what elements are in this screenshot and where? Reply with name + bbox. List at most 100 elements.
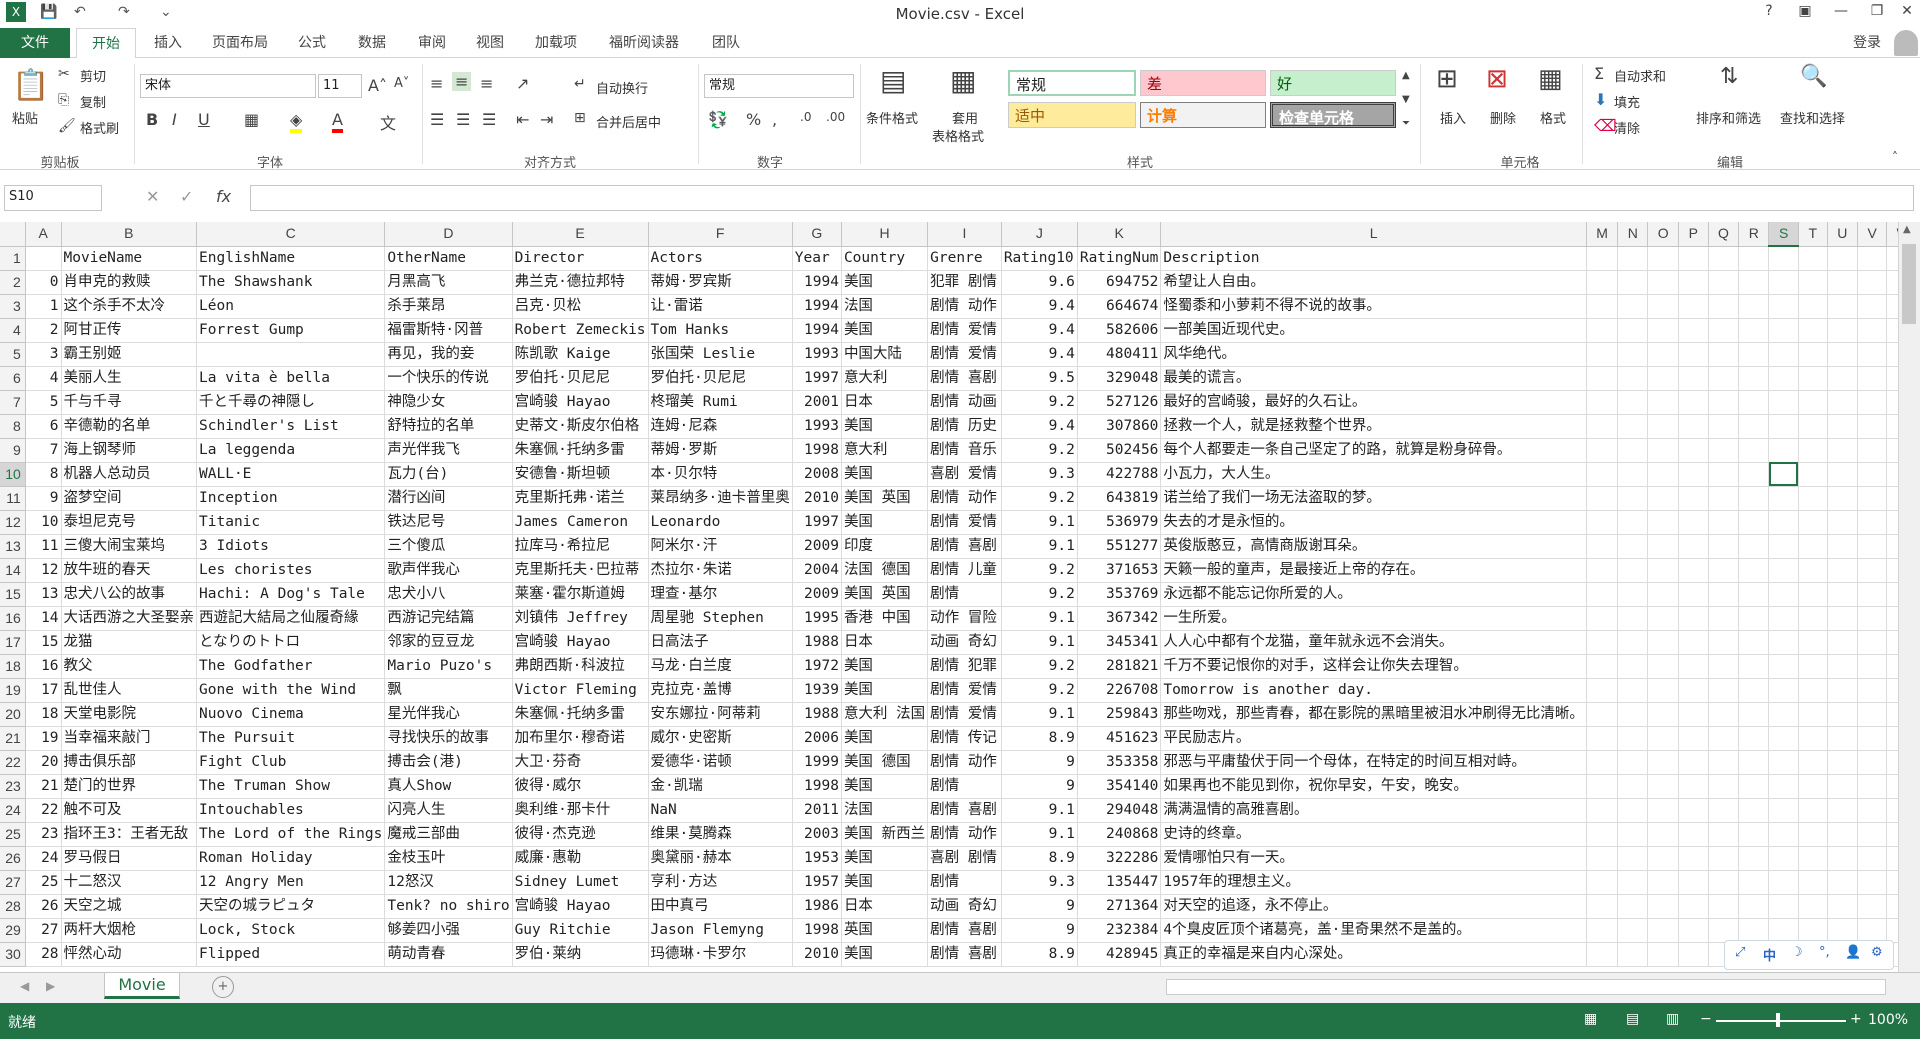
cell[interactable]	[1738, 534, 1770, 559]
page-break-view-icon[interactable]: ▥	[1666, 1011, 1679, 1027]
increase-decimal-icon[interactable]: .0	[800, 110, 811, 124]
align-bottom-icon[interactable]: ≡	[480, 74, 493, 93]
autosum-button[interactable]: 自动求和	[1614, 66, 1666, 85]
cell[interactable]	[1857, 870, 1888, 895]
column-header[interactable]: D	[384, 222, 513, 247]
cell[interactable]	[1617, 582, 1649, 607]
cell[interactable]: 马龙·白兰度	[648, 654, 793, 679]
cell[interactable]	[1857, 294, 1888, 319]
worksheet-table[interactable]: ABCDEFGHIJKLMNOPQRSTUVW 1MovieNameEnglis…	[0, 222, 1920, 967]
cell[interactable]	[1827, 654, 1858, 679]
cell[interactable]: Director	[512, 246, 649, 271]
cell[interactable]: 两杆大烟枪	[61, 918, 198, 943]
cell[interactable]: 拯救一个人，就是拯救整个世界。	[1160, 414, 1587, 439]
cell[interactable]	[1857, 846, 1888, 871]
cell[interactable]: 1993	[792, 342, 842, 367]
cell[interactable]	[1768, 774, 1799, 799]
cell[interactable]	[1617, 246, 1649, 271]
cell[interactable]: 1939	[792, 678, 842, 703]
style-check-cell[interactable]: 检查单元格	[1270, 102, 1396, 128]
cell[interactable]: 平民励志片。	[1160, 726, 1587, 751]
row-header[interactable]: 30	[0, 942, 26, 967]
cell[interactable]: 1	[25, 294, 62, 319]
cell[interactable]	[1857, 438, 1888, 463]
cell[interactable]	[1798, 246, 1828, 271]
column-header[interactable]: F	[648, 222, 793, 247]
cell[interactable]	[1768, 390, 1799, 415]
cell[interactable]	[1798, 582, 1828, 607]
cell[interactable]: 21	[25, 774, 62, 799]
cell[interactable]: 克拉克·盖博	[648, 678, 793, 703]
cell[interactable]: Flipped	[196, 942, 386, 967]
cell[interactable]: Guy Ritchie	[512, 918, 649, 943]
cell[interactable]	[1647, 870, 1680, 895]
cell[interactable]	[1647, 318, 1680, 343]
column-header[interactable]: L	[1160, 222, 1587, 247]
cell[interactable]: Inception	[196, 486, 386, 511]
cell[interactable]: 353769	[1077, 582, 1162, 607]
cell[interactable]	[1798, 558, 1828, 583]
cell[interactable]: 罗伯托·贝尼尼	[648, 366, 793, 391]
cell[interactable]	[1678, 870, 1709, 895]
cell[interactable]	[1708, 246, 1740, 271]
cell[interactable]: Actors	[648, 246, 793, 271]
cell[interactable]	[1738, 558, 1770, 583]
cell[interactable]	[1647, 414, 1680, 439]
vertical-scrollbar[interactable]: ▲	[1898, 222, 1920, 972]
cell[interactable]	[1617, 606, 1649, 631]
tab-home[interactable]: 开始	[76, 28, 136, 59]
cell[interactable]: 剧情 爱情	[927, 510, 1002, 535]
cell[interactable]: 克里斯托夫·巴拉蒂	[512, 558, 649, 583]
copy-button[interactable]: 复制	[80, 92, 106, 111]
cell[interactable]	[1768, 798, 1799, 823]
cell[interactable]: Rating10	[1001, 246, 1078, 271]
cell[interactable]: 忠犬八公的故事	[61, 582, 198, 607]
cell[interactable]: 诺兰给了我们一场无法盗取的梦。	[1160, 486, 1587, 511]
insert-cells-button[interactable]: 插入	[1440, 108, 1466, 127]
cell[interactable]	[1857, 630, 1888, 655]
decrease-decimal-icon[interactable]: .00	[826, 110, 845, 124]
styles-scroll-down-icon[interactable]: ▼	[1402, 94, 1410, 105]
cell[interactable]: 对天空的追逐，永不停止。	[1160, 894, 1587, 919]
cell[interactable]: 10	[25, 510, 62, 535]
align-center-icon[interactable]: ☰	[456, 110, 470, 129]
cell[interactable]	[1617, 702, 1649, 727]
cell[interactable]: Lock, Stock	[196, 918, 386, 943]
cell[interactable]: James Cameron	[512, 510, 649, 535]
cell[interactable]: 声光伴我飞	[384, 438, 513, 463]
cell[interactable]	[1647, 294, 1680, 319]
cell[interactable]	[1647, 534, 1680, 559]
cell[interactable]: 满满温情的高雅喜剧。	[1160, 798, 1587, 823]
row-header[interactable]: 2	[0, 270, 26, 295]
cell[interactable]: 美国	[841, 774, 929, 799]
cell[interactable]	[1768, 486, 1799, 511]
cell[interactable]	[1827, 270, 1858, 295]
cell[interactable]	[1708, 342, 1740, 367]
cell[interactable]	[1586, 366, 1619, 391]
column-header[interactable]: S	[1768, 222, 1799, 247]
cell[interactable]	[1798, 702, 1828, 727]
cell[interactable]: 怦然心动	[61, 942, 198, 967]
align-right-icon[interactable]: ☰	[482, 110, 496, 129]
cell[interactable]: 20	[25, 750, 62, 775]
cell[interactable]: 罗伯·莱纳	[512, 942, 649, 967]
cell[interactable]: 2001	[792, 390, 842, 415]
cell[interactable]: 三傻大闹宝莱坞	[61, 534, 198, 559]
active-cell[interactable]	[1768, 462, 1799, 487]
cell[interactable]: となりのトトロ	[196, 630, 386, 655]
cell[interactable]	[1738, 342, 1770, 367]
formula-input[interactable]	[250, 185, 1914, 211]
cell[interactable]: 英国	[841, 918, 929, 943]
cell[interactable]: 千万不要记恨你的对手，这样会让你失去理智。	[1160, 654, 1587, 679]
row-header[interactable]: 5	[0, 342, 26, 367]
cell[interactable]	[1617, 798, 1649, 823]
cell[interactable]	[1708, 822, 1740, 847]
cell[interactable]: 582606	[1077, 318, 1162, 343]
cell[interactable]	[1827, 774, 1858, 799]
cell[interactable]: 真正的幸福是来自内心深处。	[1160, 942, 1587, 967]
style-neutral[interactable]: 适中	[1008, 102, 1136, 128]
cell[interactable]	[1798, 630, 1828, 655]
cell[interactable]: Grenre	[927, 246, 1002, 271]
cell[interactable]: 剧情 爱情	[927, 318, 1002, 343]
cell[interactable]	[1678, 774, 1709, 799]
